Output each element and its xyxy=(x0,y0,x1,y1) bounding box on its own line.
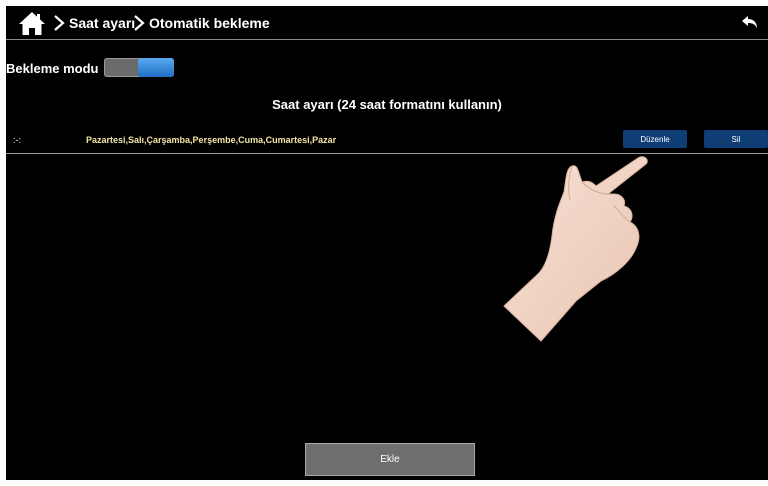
back-arrow-icon[interactable] xyxy=(741,14,759,30)
standby-mode-toggle[interactable] xyxy=(104,58,174,77)
pointing-hand-icon xyxy=(503,156,648,342)
breadcrumb-label: Otomatik bekleme xyxy=(149,14,270,31)
section-title: Saat ayarı (24 saat formatını kullanın) xyxy=(272,97,502,112)
edit-button[interactable]: Düzenle xyxy=(623,130,687,148)
schedule-days: Pazartesi,Salı,Çarşamba,Perşembe,Cuma,Cu… xyxy=(86,135,337,145)
schedule-row: :-: Pazartesi,Salı,Çarşamba,Perşembe,Cum… xyxy=(6,129,768,154)
home-icon[interactable] xyxy=(17,10,47,36)
screen: Saat ayarı Otomatik bekleme Bekleme modu… xyxy=(6,6,768,480)
chevron-right-icon xyxy=(54,14,65,31)
chevron-right-icon xyxy=(134,14,145,31)
top-bar: Saat ayarı Otomatik bekleme xyxy=(6,6,768,40)
add-button[interactable]: Ekle xyxy=(305,443,475,476)
schedule-time: :-: xyxy=(13,135,21,145)
breadcrumb-label: Saat ayarı xyxy=(69,14,136,31)
breadcrumb-item-saat-ayari[interactable]: Saat ayarı xyxy=(53,6,135,39)
delete-button[interactable]: Sil xyxy=(704,130,768,148)
breadcrumb-item-otomatik-bekleme: Otomatik bekleme xyxy=(133,6,270,39)
standby-mode-label: Bekleme modu xyxy=(6,61,99,76)
toggle-knob xyxy=(138,58,174,77)
